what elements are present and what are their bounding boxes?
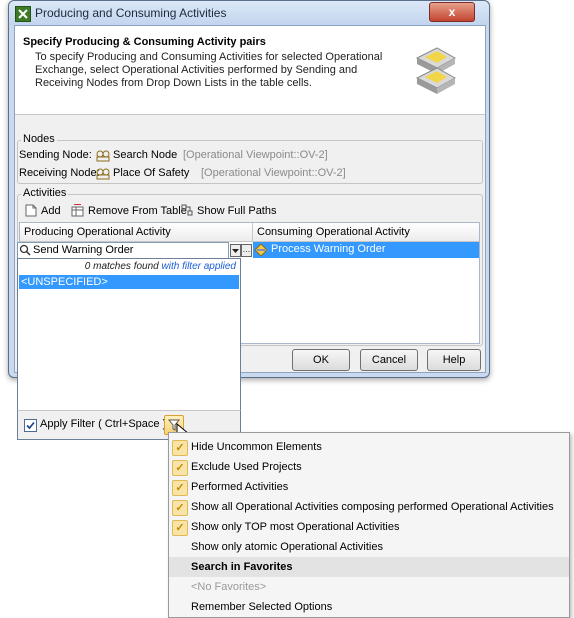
activity-wizard-icon [415, 47, 457, 94]
receiving-node-label: Receiving Node: [19, 167, 100, 179]
app-icon [15, 6, 31, 22]
ellipsis-button[interactable]: … [241, 244, 252, 257]
match-status: 0 matches found with filter applied [18, 261, 236, 272]
receiving-node-name[interactable]: Place Of Safety [113, 167, 189, 179]
checked-icon: ✓ [172, 520, 188, 536]
menu-item-show-atomic[interactable]: Show only atomic Operational Activities [169, 537, 569, 557]
menu-item-performed-activities[interactable]: ✓ Performed Activities [169, 477, 569, 497]
checked-icon: ✓ [172, 460, 188, 476]
help-button[interactable]: Help [427, 349, 481, 371]
match-count-text: 0 matches found [84, 261, 159, 272]
column-header-producing[interactable]: Producing Operational Activity [20, 223, 253, 242]
menu-item-no-favorites: <No Favorites> [191, 581, 267, 593]
dropdown-arrow-button[interactable] [230, 244, 241, 257]
remove-from-table-button[interactable]: Remove From Table [88, 205, 187, 217]
sending-node-name[interactable]: Search Node [113, 149, 177, 161]
add-icon [25, 204, 37, 217]
header-title: Specify Producing & Consuming Activity p… [23, 36, 266, 48]
window-title: Producing and Consuming Activities [35, 6, 227, 20]
menu-item-hide-uncommon[interactable]: ✓ Hide Uncommon Elements [169, 437, 569, 457]
title-bar[interactable]: Producing and Consuming Activities x [9, 1, 489, 25]
filter-applied-link[interactable]: with filter applied [162, 261, 236, 272]
activity-search-value: Send Warning Order [33, 244, 134, 256]
menu-item-show-all-composing[interactable]: ✓ Show all Operational Activities compos… [169, 497, 569, 517]
menu-item-exclude-used-projects[interactable]: ✓ Exclude Used Projects [169, 457, 569, 477]
add-button[interactable]: Add [41, 205, 61, 217]
sending-node-label: Sending Node: [19, 149, 92, 161]
menu-item-remember-options[interactable]: Remember Selected Options [169, 597, 569, 617]
cancel-button[interactable]: Cancel [360, 349, 418, 371]
node-icon [96, 150, 110, 162]
ok-button[interactable]: OK [292, 349, 350, 371]
column-header-consuming[interactable]: Consuming Operational Activity [253, 223, 479, 242]
remove-from-table-icon [71, 204, 84, 217]
list-item-unspecified[interactable]: <UNSPECIFIED> [19, 275, 239, 289]
receiving-node-path: [Operational Viewpoint::OV-2] [201, 167, 346, 179]
node-icon [96, 168, 110, 180]
consuming-cell[interactable]: Process Warning Order [253, 242, 479, 258]
checked-icon: ✓ [172, 500, 188, 516]
show-full-paths-button[interactable]: Show Full Paths [197, 205, 276, 217]
sending-node-path: [Operational Viewpoint::OV-2] [183, 149, 328, 161]
header-panel: Specify Producing & Consuming Activity p… [15, 26, 485, 115]
apply-filter-label: Apply Filter ( Ctrl+Space ) [40, 418, 167, 430]
checked-icon: ✓ [172, 440, 188, 456]
filter-options-menu: ✓ Hide Uncommon Elements ✓ Exclude Used … [168, 432, 570, 618]
checked-icon: ✓ [172, 480, 188, 496]
menu-item-search-favorites[interactable]: Search in Favorites [169, 557, 569, 577]
nodes-group-label: Nodes [21, 133, 57, 145]
header-description: To specify Producing and Consuming Activ… [35, 51, 383, 89]
close-button[interactable]: x [429, 2, 475, 22]
menu-item-show-top-most[interactable]: ✓ Show only TOP most Operational Activit… [169, 517, 569, 537]
activity-icon [255, 244, 267, 256]
activities-group-label: Activities [21, 187, 69, 199]
show-full-paths-icon [181, 204, 193, 216]
apply-filter-checkbox[interactable] [24, 419, 37, 432]
consuming-activity-value: Process Warning Order [271, 243, 386, 255]
search-icon [19, 244, 31, 256]
